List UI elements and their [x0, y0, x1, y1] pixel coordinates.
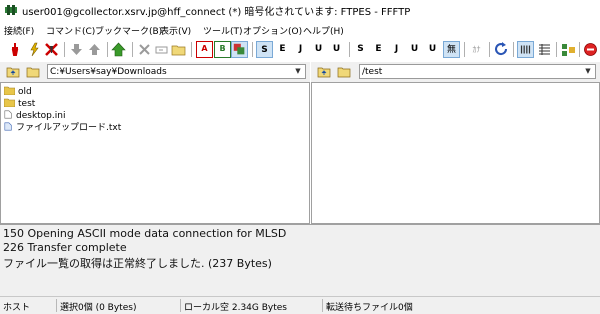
no-conversion-button[interactable]: 無	[443, 41, 460, 58]
stop-icon[interactable]	[582, 41, 599, 58]
menu-view[interactable]: 表示(V)	[160, 24, 191, 37]
detail-view-icon[interactable]	[536, 41, 553, 58]
chevron-down-icon[interactable]: ▼	[582, 65, 594, 78]
new-folder-icon[interactable]	[170, 41, 187, 58]
open-folder-icon[interactable]	[337, 65, 351, 78]
parent-folder-icon[interactable]	[6, 65, 20, 78]
local-sjis-button[interactable]: S	[256, 41, 273, 58]
upload-icon[interactable]	[86, 41, 103, 58]
local-utf8-button[interactable]: U	[310, 41, 327, 58]
title-bar: user001@gcollector.xsrv.jp@hff_connect (…	[0, 0, 600, 20]
chevron-down-icon[interactable]: ▼	[292, 65, 304, 78]
status-selection: 選択0個 (0 Bytes)	[60, 303, 137, 313]
status-queue: 転送待ちファイル0個	[326, 303, 413, 313]
rename-icon[interactable]	[153, 41, 170, 58]
local-file-list[interactable]: old test desktop.ini ファイルアップロード.txt	[0, 82, 310, 224]
delete-icon[interactable]	[136, 41, 153, 58]
toolbar-separator	[107, 42, 108, 57]
toolbar-separator	[252, 42, 253, 57]
binary-mode-button[interactable]: B	[214, 41, 231, 58]
auto-mode-icon[interactable]	[231, 41, 248, 58]
file-icon	[4, 110, 12, 119]
status-separator	[180, 299, 181, 312]
kana-convert-button[interactable]: ｶﾅ	[468, 41, 485, 58]
remote-utf8-button[interactable]: U	[406, 41, 423, 58]
remote-euc-button[interactable]: E	[370, 41, 387, 58]
open-folder-icon[interactable]	[26, 65, 40, 78]
toolbar-separator	[556, 42, 557, 57]
local-utf8bom-button[interactable]: U	[328, 41, 345, 58]
remote-path-input[interactable]: /test ▼	[359, 64, 596, 79]
status-local-free: ローカル空 2.34G Bytes	[184, 303, 287, 313]
menu-options[interactable]: オプション(O)	[243, 24, 302, 37]
window-title: user001@gcollector.xsrv.jp@hff_connect (…	[22, 7, 411, 18]
status-bar: ホスト 選択0個 (0 Bytes) ローカル空 2.34G Bytes 転送待…	[0, 296, 600, 314]
folder-icon	[4, 98, 15, 107]
log-line: ファイル一覧の取得は正常終了しました. (237 Bytes)	[3, 257, 272, 270]
ascii-mode-button[interactable]: A	[196, 41, 213, 58]
file-name: ファイルアップロード.txt	[16, 123, 122, 133]
local-path-value: C:¥Users¥say¥Downloads	[50, 67, 167, 77]
remote-file-list[interactable]	[311, 82, 600, 224]
connect-icon[interactable]	[7, 41, 24, 58]
file-name: test	[18, 99, 36, 109]
local-path-input[interactable]: C:¥Users¥say¥Downloads ▼	[47, 64, 306, 79]
status-separator	[322, 299, 323, 312]
menu-command[interactable]: コマンド(C)	[46, 24, 95, 37]
list-item[interactable]: desktop.ini	[4, 110, 65, 122]
list-item[interactable]: old	[4, 86, 32, 98]
toolbar-separator	[64, 42, 65, 57]
download-icon[interactable]	[68, 41, 85, 58]
mirror-upload-icon[interactable]	[110, 41, 127, 58]
list-item[interactable]: test	[4, 98, 35, 110]
toolbar-separator	[349, 42, 350, 57]
menu-tools[interactable]: ツール(T)	[203, 24, 243, 37]
task-log: 150 Opening ASCII mode data connection f…	[0, 224, 600, 297]
sync-browse-icon[interactable]	[560, 41, 577, 58]
menu-help[interactable]: ヘルプ(H)	[303, 24, 344, 37]
remote-path-value: /test	[362, 67, 383, 77]
remote-sjis-button[interactable]: S	[352, 41, 369, 58]
toolbar-separator	[489, 42, 490, 57]
status-separator	[56, 299, 57, 312]
list-item[interactable]: ファイルアップロード.txt	[4, 122, 121, 134]
remote-path-bar: /test ▼	[311, 62, 600, 82]
file-name: old	[18, 87, 32, 97]
toolbar-separator	[579, 42, 580, 57]
menu-bar: 接続(F) コマンド(C) ブックマーク(B) 表示(V) ツール(T) オプシ…	[0, 22, 600, 39]
remote-utf8bom-button[interactable]: U	[424, 41, 441, 58]
file-name: desktop.ini	[16, 111, 66, 121]
local-euc-button[interactable]: E	[274, 41, 291, 58]
parent-folder-icon[interactable]	[317, 65, 331, 78]
list-view-icon[interactable]	[517, 41, 534, 58]
menu-connect[interactable]: 接続(F)	[4, 24, 34, 37]
local-path-bar: C:¥Users¥say¥Downloads ▼	[0, 62, 310, 82]
toolbar-separator	[464, 42, 465, 57]
folder-icon	[4, 86, 15, 95]
disconnect-icon[interactable]	[43, 41, 60, 58]
app-icon	[5, 5, 17, 15]
toolbar-separator	[513, 42, 514, 57]
local-jis-button[interactable]: J	[292, 41, 309, 58]
toolbar-separator	[132, 42, 133, 57]
log-line: 150 Opening ASCII mode data connection f…	[3, 227, 287, 240]
text-file-icon	[4, 122, 12, 131]
refresh-icon[interactable]	[493, 41, 510, 58]
toolbar: A B S E J U U S E J U U 無 ｶﾅ	[0, 39, 600, 61]
log-line: 226 Transfer complete	[3, 241, 127, 254]
status-host: ホスト	[3, 303, 31, 313]
menu-bookmark[interactable]: ブックマーク(B)	[95, 24, 162, 37]
toolbar-separator	[191, 42, 192, 57]
quick-connect-icon[interactable]	[26, 41, 43, 58]
remote-jis-button[interactable]: J	[388, 41, 405, 58]
